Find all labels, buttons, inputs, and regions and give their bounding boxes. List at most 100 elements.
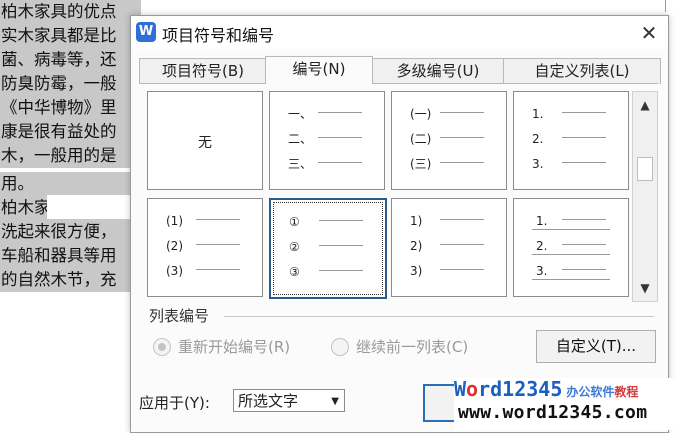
numbering-sample-row: 1) — [410, 213, 490, 229]
numbering-marker: 二、 — [288, 132, 313, 146]
document-line: 防臭防霉，一般 — [0, 72, 141, 96]
placeholder-line — [318, 137, 362, 138]
placeholder-line — [440, 244, 484, 245]
numbering-sample-row: (1) — [166, 213, 246, 229]
document-line: 车船和器具等用 — [0, 244, 141, 268]
title-bar: W 项目符号和编号 ✕ — [131, 16, 668, 49]
numbering-sample-row: 一、 — [288, 106, 368, 122]
document-line: 柏木家具的优点 — [0, 0, 141, 24]
customize-button[interactable]: 自定义(T)... — [536, 330, 656, 363]
numbering-sample-row: 3. — [532, 263, 612, 280]
numbering-sample-row: 2) — [410, 238, 490, 254]
numbering-sample-row: ② — [289, 239, 369, 255]
radio-continue[interactable] — [331, 338, 349, 356]
numbering-style-option[interactable]: 1. 2. 3. — [513, 91, 629, 190]
numbering-marker: (1) — [166, 214, 183, 228]
apply-to-select[interactable]: 所选文字 ▼ — [233, 389, 345, 412]
numbering-sample-row: (三) — [410, 156, 490, 172]
scroll-up-icon[interactable]: ▲ — [633, 94, 657, 116]
watermark-tagline: 办公软件教程 — [566, 385, 639, 399]
tab-bullets[interactable]: 项目符号(B) — [139, 58, 267, 84]
apply-to-label: 应用于(Y): — [139, 394, 210, 412]
scroll-down-icon[interactable]: ▼ — [633, 277, 657, 299]
numbering-style-option[interactable]: (一) (二) (三) — [391, 91, 507, 190]
numbering-marker: 一、 — [288, 107, 313, 121]
placeholder-line — [562, 244, 606, 245]
placeholder-line — [196, 244, 240, 245]
placeholder-line — [319, 270, 363, 271]
radio-restart[interactable] — [153, 338, 171, 356]
section-divider — [224, 316, 654, 317]
numbering-marker: (三) — [410, 157, 432, 171]
placeholder-line — [196, 219, 240, 220]
placeholder-line — [440, 112, 484, 113]
numbering-sample-row: 2. — [532, 238, 612, 255]
continue-list-label: 继续前一列表(C) — [356, 338, 469, 356]
placeholder-line — [318, 112, 362, 113]
apply-to-value: 所选文字 — [238, 392, 299, 410]
numbering-marker: 2. — [536, 239, 548, 253]
numbering-style-option[interactable]: 1) 2) 3) — [391, 198, 507, 297]
numbering-style-option[interactable]: 1. 2. 3. — [513, 198, 629, 297]
wps-logo-icon: W — [136, 22, 156, 42]
scroll-thumb[interactable] — [637, 157, 653, 181]
placeholder-line — [319, 220, 363, 221]
numbering-marker: (3) — [166, 264, 183, 278]
placeholder-line — [319, 245, 363, 246]
placeholder-line — [562, 269, 606, 270]
numbering-sample-row: 1. — [532, 213, 612, 230]
numbering-marker: 三、 — [288, 157, 313, 171]
document-line: 用。 — [0, 172, 141, 196]
numbering-marker: ③ — [289, 265, 300, 279]
document-line: 木，一般用的是 — [0, 144, 141, 168]
restart-numbering-label: 重新开始编号(R) — [178, 338, 291, 356]
numbering-style-option[interactable]: (1) (2) (3) — [147, 198, 263, 297]
numbering-sample-row: 二、 — [288, 131, 368, 147]
numbering-marker: 2. — [532, 132, 544, 146]
bullets-numbering-dialog: W 项目符号和编号 ✕ 项目符号(B) 编号(N) 多级编号(U) 自定义列表(… — [130, 15, 669, 433]
numbering-marker: 1) — [410, 214, 423, 228]
numbering-style-option[interactable]: 一、 二、 三、 — [269, 91, 385, 190]
dropdown-arrow-icon: ▼ — [331, 396, 339, 407]
document-line: 实木家具都是比 — [0, 24, 141, 48]
gallery-scrollbar[interactable]: ▲ ▼ — [632, 91, 658, 302]
placeholder-line — [440, 137, 484, 138]
numbering-marker: 3. — [532, 157, 544, 171]
numbering-sample-row: 3. — [532, 156, 612, 172]
numbering-marker: 3) — [410, 264, 423, 278]
numbering-sample-row: (二) — [410, 131, 490, 147]
document-line: 的自然木节，充 — [0, 268, 141, 292]
placeholder-line — [562, 162, 606, 163]
numbering-marker: 1. — [532, 107, 544, 121]
numbering-marker: 3. — [536, 264, 548, 278]
numbering-sample-row: 1. — [532, 106, 612, 122]
placeholder-line — [440, 269, 484, 270]
numbering-marker: ① — [289, 215, 300, 229]
numbering-sample-row: (2) — [166, 238, 246, 254]
tab-custom-list[interactable]: 自定义列表(L) — [503, 58, 661, 84]
numbering-style-option[interactable]: 无 — [147, 91, 263, 190]
numbering-marker: 2) — [410, 239, 423, 253]
no-numbering-label: 无 — [198, 135, 212, 151]
placeholder-line — [318, 162, 362, 163]
numbering-sample-row: 三、 — [288, 156, 368, 172]
numbering-sample-row: (一) — [410, 106, 490, 122]
watermark-brand: Word12345 — [454, 377, 563, 401]
watermark-url: www.word12345.com — [458, 402, 648, 423]
placeholder-line — [196, 269, 240, 270]
document-background: 柏木家具的优点 实木家具都是比 菌、病毒等，还 防臭防霉，一般 《中华博物》里 康是很有益… — [0, 0, 141, 431]
unselected-gap — [47, 195, 140, 219]
numbering-sample-row: ① — [289, 214, 369, 230]
placeholder-line — [562, 137, 606, 138]
document-line: 《中华博物》里 — [0, 96, 141, 120]
tab-numbering[interactable]: 编号(N) — [265, 56, 373, 84]
numbering-marker: 1. — [536, 214, 548, 228]
placeholder-line — [440, 219, 484, 220]
list-numbering-label: 列表编号 — [149, 307, 210, 325]
placeholder-line — [562, 112, 606, 113]
numbering-sample-row: ③ — [289, 264, 369, 280]
close-icon[interactable]: ✕ — [636, 20, 662, 46]
tab-multilevel[interactable]: 多级编号(U) — [371, 58, 505, 84]
numbering-sample-row: 2. — [532, 131, 612, 147]
numbering-style-option[interactable]: ① ② ③ — [269, 198, 387, 299]
